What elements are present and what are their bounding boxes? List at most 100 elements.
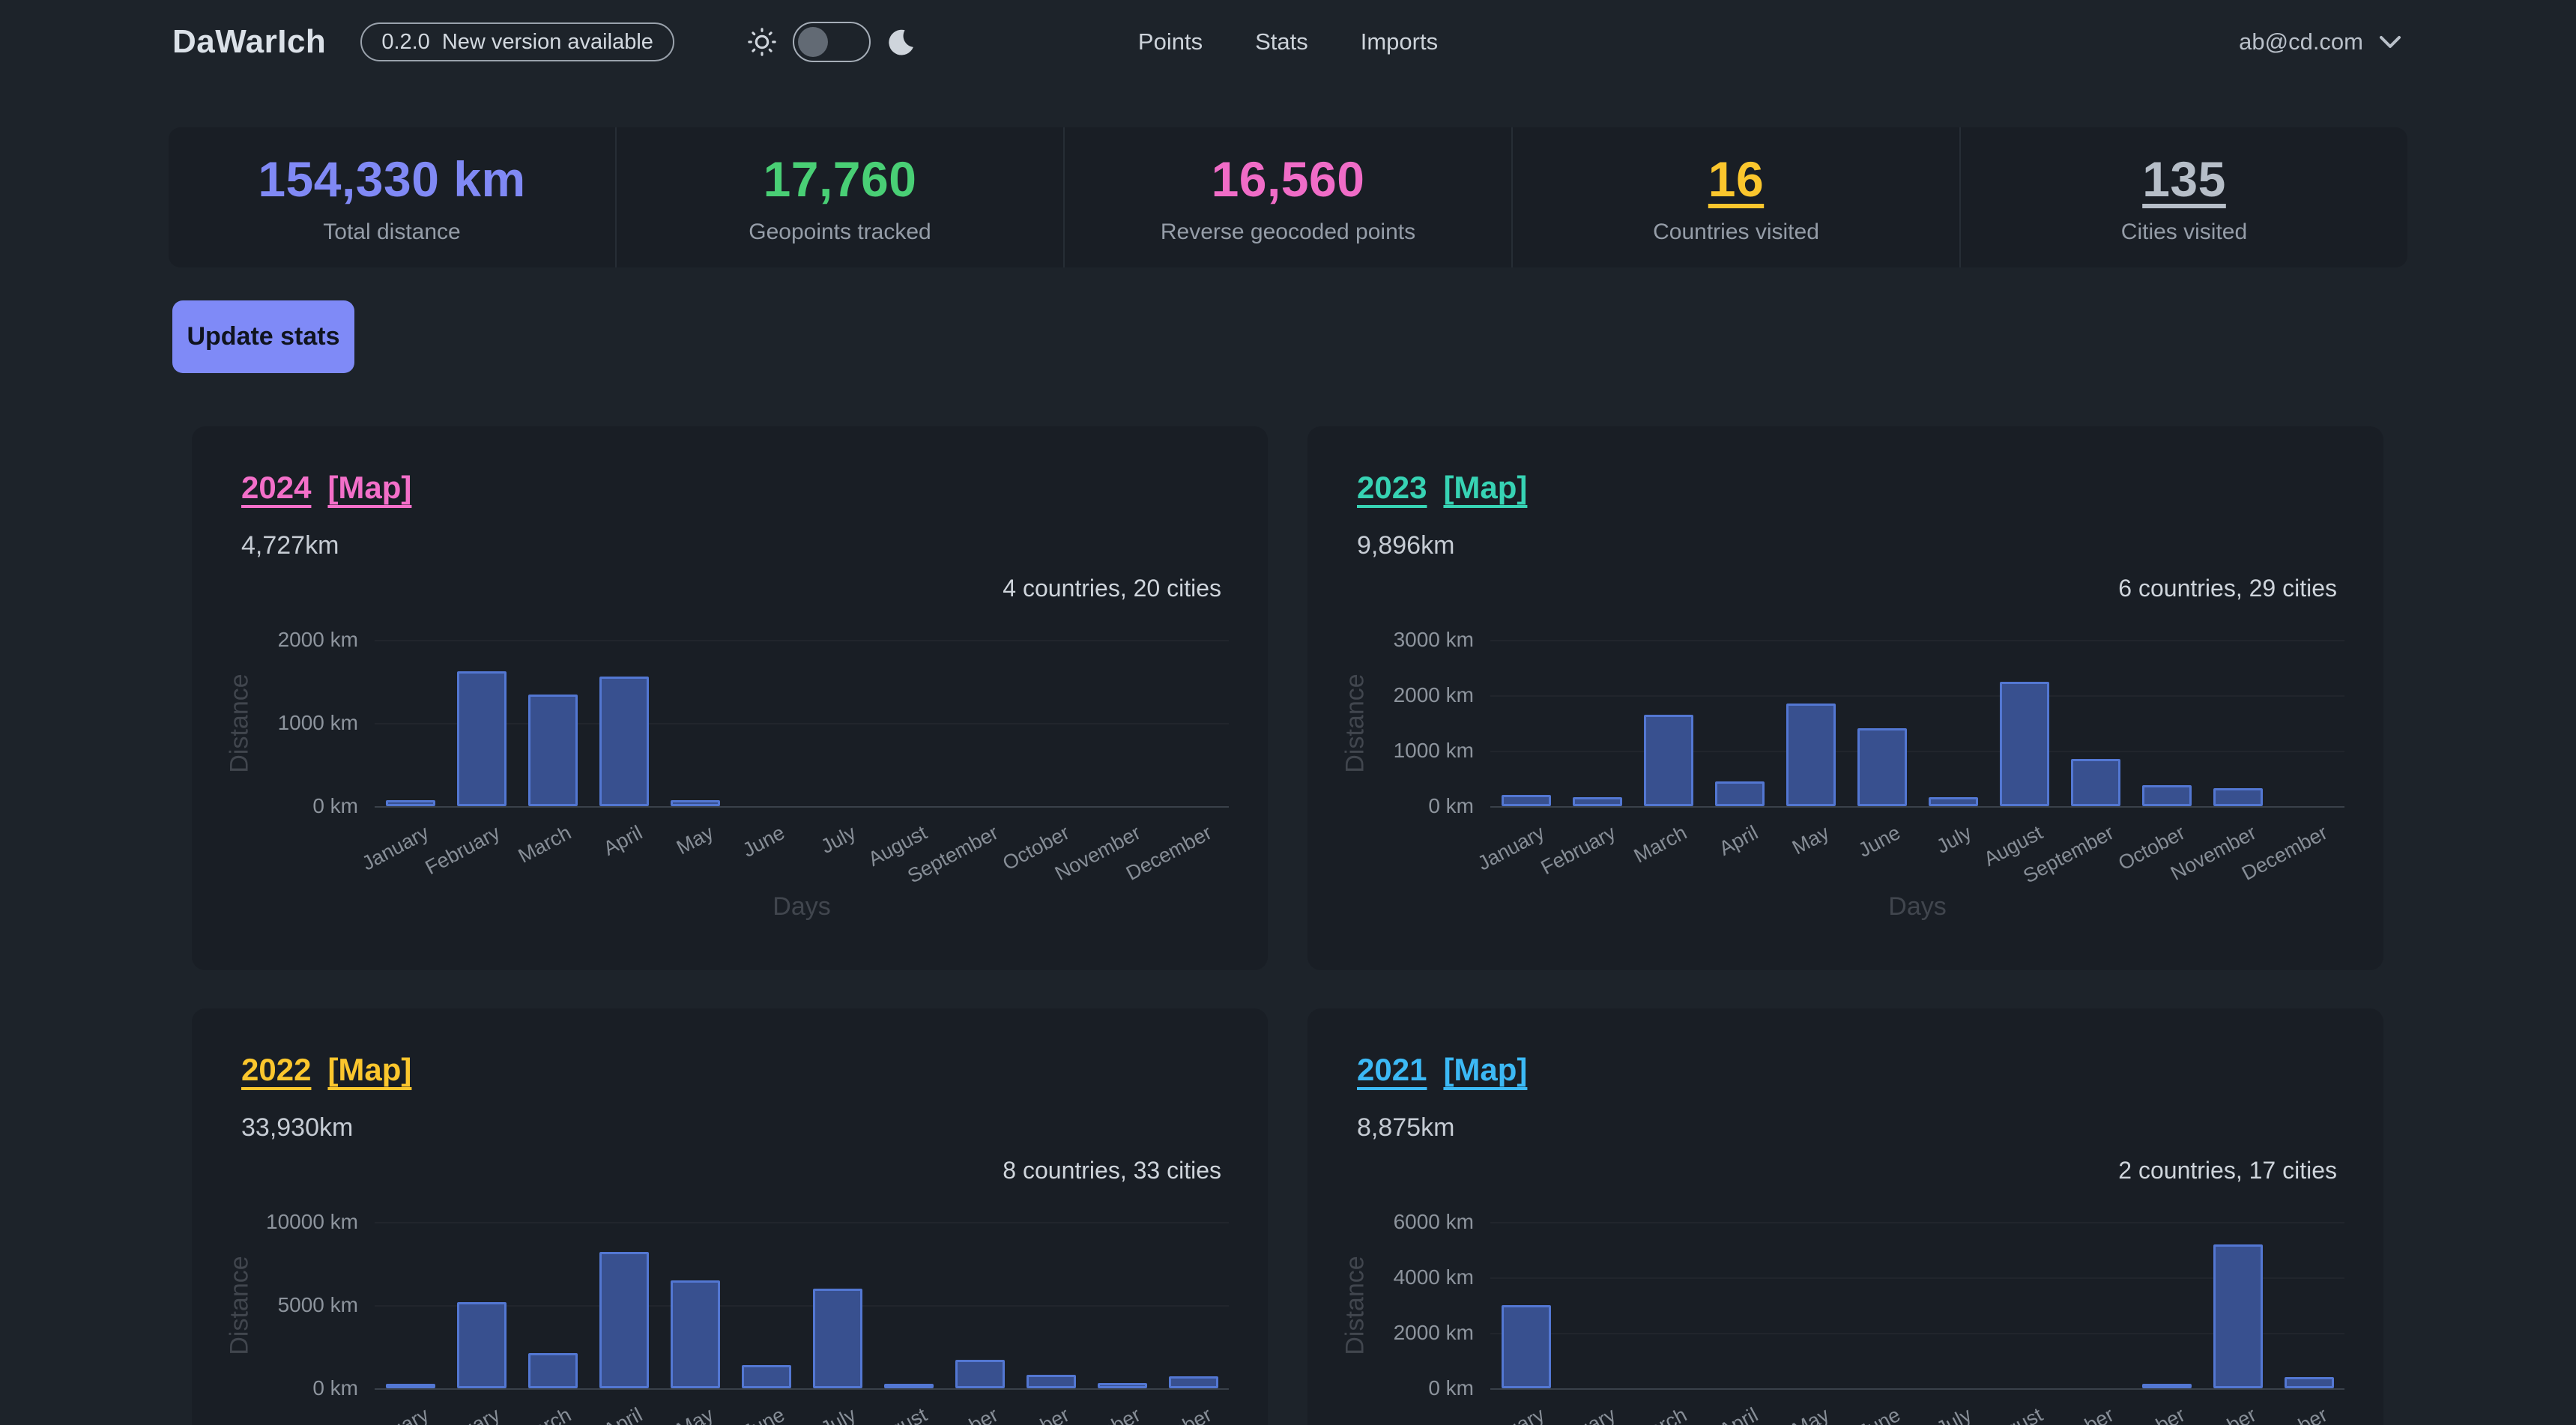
- theme-switcher: [746, 22, 916, 62]
- y-tick-label: 0 km: [192, 794, 358, 818]
- bar: [1715, 781, 1765, 806]
- bar: [599, 677, 649, 806]
- year-card-2022: 2022[Map]33,930km8 countries, 33 cities0…: [192, 1008, 1268, 1425]
- stat-value: 16,560: [1212, 151, 1365, 208]
- gridline: [375, 640, 1229, 641]
- gridline: [1490, 640, 2344, 641]
- version-badge[interactable]: 0.2.0 New version available: [360, 22, 674, 61]
- x-axis-baseline: [375, 1388, 1229, 1390]
- update-stats-button[interactable]: Update stats: [172, 300, 354, 373]
- navbar-left: DaWarIch 0.2.0 New version available: [172, 22, 916, 62]
- main-nav: Points Stats Imports: [1138, 28, 1438, 55]
- nav-item-points[interactable]: Points: [1138, 28, 1203, 55]
- y-tick-label: 2000 km: [1307, 1321, 1474, 1345]
- nav-item-stats[interactable]: Stats: [1255, 28, 1308, 55]
- bar: [2285, 1377, 2334, 1388]
- bar: [955, 1360, 1005, 1388]
- bar: [1929, 797, 1978, 806]
- y-axis-title: Distance: [1341, 649, 1370, 799]
- bar: [457, 1302, 507, 1388]
- x-axis-baseline: [375, 806, 1229, 808]
- theme-toggle-knob: [798, 27, 828, 57]
- bar: [813, 1289, 862, 1388]
- year-card-2023: 2023[Map]9,896km6 countries, 29 cities0 …: [1307, 426, 2383, 970]
- x-tick-label: January: [266, 1403, 432, 1425]
- bar: [599, 1252, 649, 1388]
- bar: [1502, 1305, 1551, 1388]
- distance-bar-chart: 0 km2000 km4000 km6000 kmJanuaryFebruary…: [1307, 1008, 2383, 1425]
- y-tick-label: 0 km: [1307, 1376, 1474, 1400]
- stat-label: Reverse geocoded points: [1161, 220, 1415, 245]
- x-axis-title: Days: [1490, 892, 2344, 922]
- y-tick-label: 10000 km: [192, 1210, 358, 1234]
- bar: [1857, 728, 1907, 806]
- y-tick-label: 1000 km: [192, 711, 358, 735]
- stat-cities-visited: 135 Cities visited: [1959, 127, 2407, 267]
- y-tick-label: 6000 km: [1307, 1210, 1474, 1234]
- version-number: 0.2.0: [381, 30, 430, 55]
- bar: [1786, 704, 1836, 806]
- bar: [671, 1280, 720, 1388]
- theme-toggle[interactable]: [793, 22, 871, 62]
- y-tick-label: 2000 km: [1307, 683, 1474, 707]
- stat-label: Cities visited: [2121, 220, 2247, 245]
- distance-bar-chart: 0 km1000 km2000 km3000 kmJanuaryFebruary…: [1307, 426, 2383, 970]
- bar: [1027, 1375, 1076, 1388]
- bar: [528, 695, 578, 806]
- bar: [386, 800, 435, 806]
- y-tick-label: 2000 km: [192, 628, 358, 652]
- sun-icon: [746, 26, 778, 58]
- bar: [884, 1384, 934, 1388]
- bar: [2213, 1244, 2263, 1388]
- cities-visited-link[interactable]: 135: [2142, 151, 2226, 208]
- stat-reverse-geocoded: 16,560 Reverse geocoded points: [1063, 127, 1511, 267]
- account-menu[interactable]: ab@cd.com: [2239, 28, 2402, 55]
- y-tick-label: 4000 km: [1307, 1265, 1474, 1289]
- nav-item-imports[interactable]: Imports: [1361, 28, 1438, 55]
- y-tick-label: 5000 km: [192, 1293, 358, 1317]
- year-card-2024: 2024[Map]4,727km4 countries, 20 cities0 …: [192, 426, 1268, 970]
- gridline: [375, 1222, 1229, 1223]
- stat-value: 17,760: [764, 151, 917, 208]
- y-axis-title: Distance: [226, 1231, 255, 1381]
- year-card-2021: 2021[Map]8,875km2 countries, 17 cities0 …: [1307, 1008, 2383, 1425]
- stat-value: 154,330 km: [258, 151, 525, 208]
- y-axis-title: Distance: [226, 649, 255, 799]
- chevron-down-icon: [2378, 28, 2402, 55]
- y-tick-label: 0 km: [1307, 794, 1474, 818]
- gridline: [1490, 751, 2344, 752]
- bar: [2142, 1384, 2192, 1388]
- bar: [2071, 759, 2120, 806]
- bar: [2142, 785, 2192, 806]
- moon-icon: [886, 27, 916, 57]
- top-navbar: DaWarIch 0.2.0 New version available: [0, 0, 2576, 84]
- stat-label: Geopoints tracked: [749, 220, 931, 245]
- gridline: [1490, 695, 2344, 697]
- bar: [1098, 1383, 1147, 1388]
- stat-geopoints: 17,760 Geopoints tracked: [615, 127, 1063, 267]
- y-tick-label: 1000 km: [1307, 739, 1474, 763]
- bar: [671, 800, 720, 806]
- bar: [457, 671, 507, 806]
- x-axis-title: Days: [375, 892, 1229, 922]
- bar: [386, 1384, 435, 1388]
- distance-bar-chart: 0 km1000 km2000 kmJanuaryFebruaryMarchAp…: [192, 426, 1268, 970]
- bar: [1644, 715, 1693, 806]
- x-axis-baseline: [1490, 806, 2344, 808]
- bar: [2000, 682, 2049, 807]
- stats-panel: 154,330 km Total distance 17,760 Geopoin…: [169, 127, 2407, 267]
- stat-label: Total distance: [323, 220, 460, 245]
- app-logo[interactable]: DaWarIch: [172, 23, 326, 61]
- year-cards-grid: 2024[Map]4,727km4 countries, 20 cities0 …: [192, 426, 2384, 1425]
- bar: [742, 1365, 791, 1388]
- countries-visited-link[interactable]: 16: [1708, 151, 1764, 208]
- bar: [528, 1353, 578, 1388]
- y-tick-label: 0 km: [192, 1376, 358, 1400]
- stat-total-distance: 154,330 km Total distance: [169, 127, 615, 267]
- account-email: ab@cd.com: [2239, 28, 2363, 55]
- stat-countries-visited: 16 Countries visited: [1511, 127, 1959, 267]
- distance-bar-chart: 0 km5000 km10000 kmJanuaryFebruaryMarchA…: [192, 1008, 1268, 1425]
- bar: [2213, 788, 2263, 806]
- bar: [1502, 795, 1551, 806]
- dashboard-page: { "header": { "logo": "DaWarIch", "versi…: [0, 0, 2576, 1425]
